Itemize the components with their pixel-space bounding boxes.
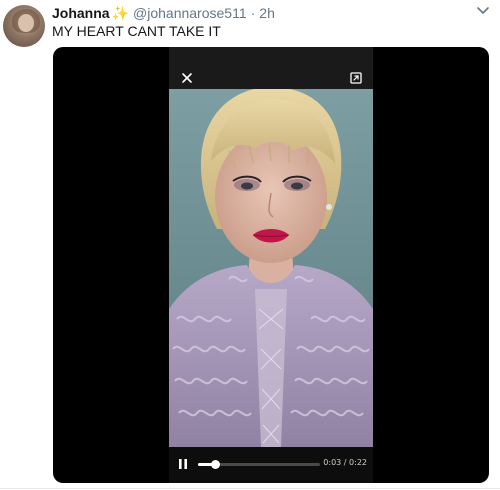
video-frame-illustration xyxy=(169,89,373,447)
progress-thumb[interactable] xyxy=(211,460,221,469)
progress-bar[interactable] xyxy=(198,460,320,469)
author-handle[interactable]: @johannarose511 xyxy=(133,5,247,21)
header-separator: · xyxy=(250,5,256,21)
divider xyxy=(0,488,500,489)
tweet-timestamp[interactable]: 2h xyxy=(259,5,275,21)
video-player[interactable]: 0:03 / 0:22 xyxy=(169,47,373,483)
tweet-header: Johanna ✨ @johannarose511 · 2h xyxy=(52,4,275,22)
author-name[interactable]: Johanna xyxy=(52,5,110,21)
video-frame[interactable] xyxy=(169,89,373,447)
avatar-face xyxy=(18,14,34,32)
sparkle-emoji: ✨ xyxy=(111,4,130,21)
tweet-text: MY HEART CANT TAKE IT xyxy=(52,23,221,39)
time-display: 0:03 / 0:22 xyxy=(323,458,367,467)
chevron-down-icon[interactable] xyxy=(476,6,490,16)
picture-in-picture-icon[interactable] xyxy=(349,71,363,85)
close-icon[interactable] xyxy=(180,71,194,85)
video-topbar xyxy=(169,47,373,89)
avatar[interactable] xyxy=(3,5,45,47)
pause-icon[interactable] xyxy=(177,457,189,471)
tweet-card: Johanna ✨ @johannarose511 · 2h MY HEART … xyxy=(0,0,500,490)
video-media[interactable]: 0:03 / 0:22 xyxy=(53,47,489,483)
video-controls: 0:03 / 0:22 xyxy=(169,447,373,483)
